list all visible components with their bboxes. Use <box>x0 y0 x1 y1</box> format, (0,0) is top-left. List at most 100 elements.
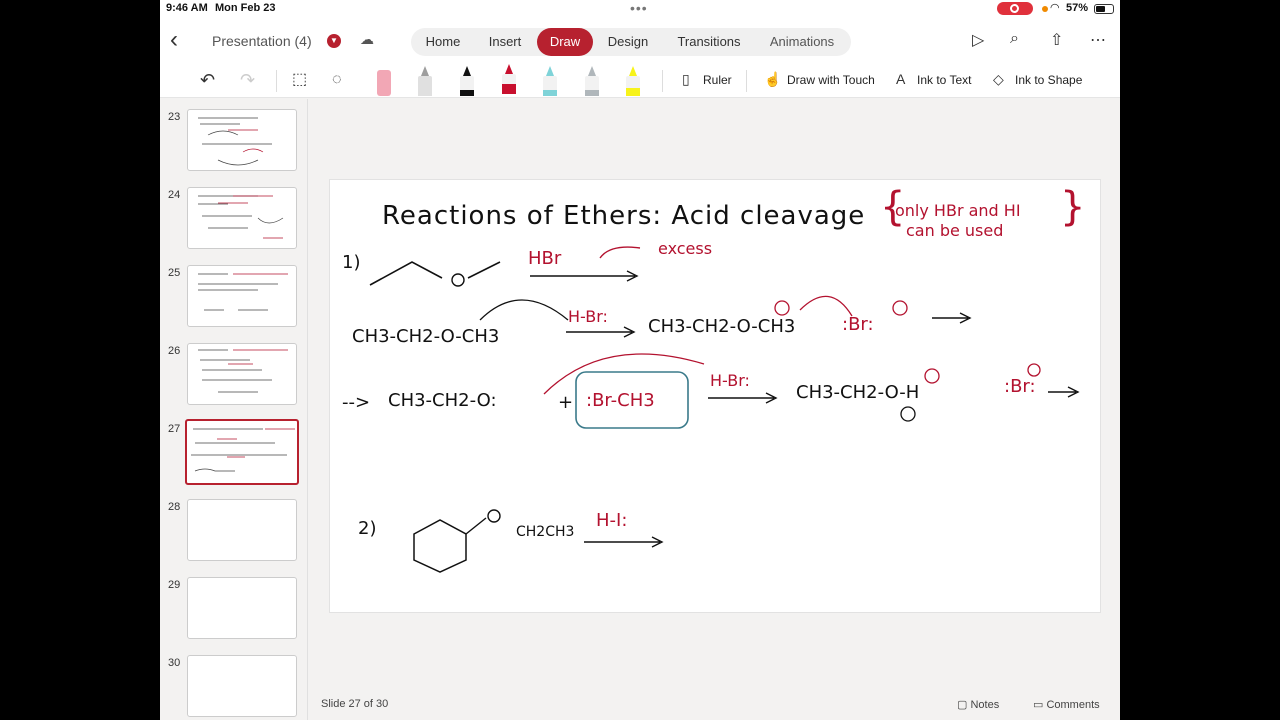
slide-canvas[interactable]: Reactions of Ethers: Acid cleavage { onl… <box>329 179 1101 613</box>
thumb-ink-preview <box>198 195 284 239</box>
more-icon[interactable]: ⋯ <box>1090 30 1106 50</box>
multitask-dots-icon[interactable]: ••• <box>630 0 648 16</box>
slide-thumbnail-25[interactable] <box>187 265 297 327</box>
row3-alcohol: CH3-CH2-O: <box>388 390 497 411</box>
tab-animations[interactable]: Animations <box>757 28 847 56</box>
row3-product: CH3-CH2-O-H <box>796 382 919 403</box>
comments-label: Comments <box>1046 699 1100 711</box>
benzene-ring <box>413 519 467 573</box>
lasso-free-icon[interactable]: ◌ <box>332 69 342 91</box>
comments-button[interactable]: ▭ Comments <box>1033 698 1100 711</box>
ruler-icon[interactable]: ▯ <box>682 71 690 88</box>
row2-reactant: CH3-CH2-O-CH3 <box>352 326 499 347</box>
slide-thumbnail-30[interactable] <box>187 655 297 717</box>
toolbar-divider <box>662 70 663 92</box>
red-pen-tool-icon[interactable] <box>502 64 516 94</box>
notes-icon: ▢ <box>957 699 971 711</box>
thumb-number: 28 <box>168 501 181 513</box>
black-pen-tool-icon[interactable] <box>460 66 474 96</box>
thumb-number: 29 <box>168 579 181 591</box>
ink-to-shape-button[interactable]: Ink to Shape <box>1015 73 1082 87</box>
toolbar-divider <box>746 70 747 92</box>
positive-charge-icon <box>774 300 790 316</box>
mic-indicator-icon <box>1042 6 1048 12</box>
status-bar: 9:46 AM Mon Feb 23 ••• ◠ 57% <box>160 0 1120 18</box>
slide-thumbnail-23[interactable] <box>187 109 297 171</box>
highlighter-tool-icon[interactable] <box>626 66 640 96</box>
ring-bond <box>465 517 487 535</box>
ink-to-text-button[interactable]: Ink to Text <box>917 73 971 87</box>
reaction-arrow <box>530 270 639 282</box>
screen-record-icon[interactable] <box>997 2 1033 15</box>
tab-transitions[interactable]: Transitions <box>663 28 755 56</box>
autosave-cloud-icon[interactable]: ☁ <box>360 31 374 48</box>
notes-button[interactable]: ▢ Notes <box>957 698 999 711</box>
reaction-arrow <box>566 326 636 338</box>
thumb-number: 26 <box>168 345 181 357</box>
tab-design[interactable]: Design <box>595 28 661 56</box>
excess-arrow <box>599 246 641 259</box>
lasso-rect-icon[interactable]: ⬚ <box>292 69 307 91</box>
thumb-number: 25 <box>168 267 181 279</box>
row3-reagent: H-Br: <box>710 371 750 390</box>
step2-reagent: H-I: <box>596 510 627 531</box>
play-icon[interactable]: ▷ <box>972 30 984 50</box>
eraser-tool-icon[interactable] <box>377 66 391 96</box>
oxygen-atom <box>451 273 465 287</box>
ruler-button[interactable]: Ruler <box>703 73 732 87</box>
ink-to-text-icon[interactable]: A <box>896 71 905 87</box>
share-icon[interactable]: ⇧ <box>1050 30 1063 50</box>
thumb-ink-preview <box>198 349 288 393</box>
draw-toolbar: ↶ ↷ ⬚ ◌ ▯ Ruler ☝ Draw with Touch A Ink … <box>160 64 1120 98</box>
battery-icon <box>1094 4 1114 14</box>
redo-icon[interactable]: ↷ <box>240 69 255 91</box>
tab-draw[interactable]: Draw <box>537 28 593 56</box>
back-chevron-icon[interactable]: ‹ <box>170 28 178 52</box>
slide-thumbnail-27[interactable] <box>185 419 299 485</box>
tab-insert[interactable]: Insert <box>475 28 535 56</box>
thumb-number: 30 <box>168 657 181 669</box>
ink-to-shape-icon[interactable]: ◇ <box>993 71 1004 88</box>
row2-bromide: :Br: <box>842 314 874 335</box>
pencil-tool-icon[interactable] <box>418 66 432 96</box>
draw-with-touch-button[interactable]: Draw with Touch <box>787 73 875 87</box>
negative-charge-icon <box>892 300 908 316</box>
oxygen-atom <box>487 509 501 523</box>
electron-arrow <box>479 299 569 321</box>
step-1-label: 1) <box>342 252 360 273</box>
note-line-1: only HBr and HI <box>895 201 1021 220</box>
row2-reagent: H-Br: <box>568 307 608 326</box>
thumb-number: 27 <box>168 423 181 435</box>
thumb-number: 24 <box>168 189 181 201</box>
row3-bromide: :Br: <box>1004 376 1036 397</box>
row2-product: CH3-CH2-O-CH3 <box>648 316 795 337</box>
comments-icon: ▭ <box>1033 699 1047 711</box>
ribbon-tabs: Home Insert Draw Design Transitions Anim… <box>411 28 851 56</box>
ether-skeleton <box>369 261 443 286</box>
slide-thumbnail-pane: 23 24 25 26 27 28 29 30 <box>160 99 308 720</box>
document-menu-chevron-icon[interactable]: ▼ <box>327 34 341 48</box>
battery-percent: 57% <box>1066 2 1089 14</box>
toolbar-divider <box>276 70 277 92</box>
draw-touch-icon[interactable]: ☝ <box>764 71 781 88</box>
search-icon[interactable]: ⌕ <box>1010 30 1019 48</box>
status-footer: Slide 27 of 30 ▢ Notes ▭ Comments <box>309 690 1120 720</box>
slide-thumbnail-28[interactable] <box>187 499 297 561</box>
negative-charge-icon <box>1027 363 1041 377</box>
document-name[interactable]: Presentation (4) <box>212 33 312 49</box>
slide-thumbnail-24[interactable] <box>187 187 297 249</box>
thumb-number: 23 <box>168 111 181 123</box>
slide-thumbnail-26[interactable] <box>187 343 297 405</box>
step-2-label: 2) <box>358 518 376 539</box>
tab-home[interactable]: Home <box>413 28 473 56</box>
gray-pen-tool-icon[interactable] <box>585 66 599 96</box>
slide-ink-layer: Reactions of Ethers: Acid cleavage { onl… <box>342 184 1085 573</box>
undo-icon[interactable]: ↶ <box>200 69 215 91</box>
title-bar: ‹ Presentation (4) ▼ ☁ Home Insert Draw … <box>160 18 1120 64</box>
teal-pen-tool-icon[interactable] <box>543 66 557 96</box>
reaction-arrow <box>708 392 778 404</box>
excess-label: excess <box>658 239 712 258</box>
status-time: 9:46 AM <box>166 2 208 14</box>
thumb-ink-preview <box>198 273 288 311</box>
slide-thumbnail-29[interactable] <box>187 577 297 639</box>
